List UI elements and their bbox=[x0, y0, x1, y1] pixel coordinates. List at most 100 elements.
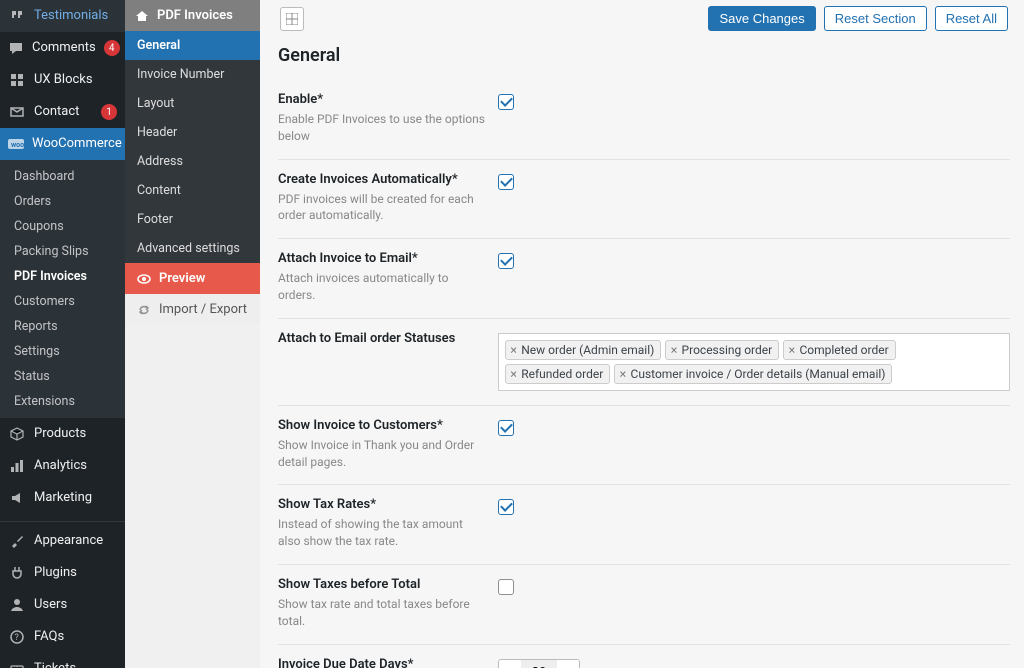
sidebar-item-label: Users bbox=[34, 597, 117, 613]
settings-tab-advanced-settings[interactable]: Advanced settings bbox=[125, 234, 260, 263]
settings-content: Save Changes Reset Section Reset All Gen… bbox=[260, 0, 1024, 668]
woo-sub-customers[interactable]: Customers bbox=[0, 289, 125, 314]
due-days-input[interactable] bbox=[521, 660, 557, 668]
ticket-icon bbox=[8, 660, 26, 668]
settings-tab-invoice-number[interactable]: Invoice Number bbox=[125, 60, 260, 89]
enable-checkbox[interactable] bbox=[498, 94, 514, 110]
status-tag[interactable]: × Customer invoice / Order details (Manua… bbox=[614, 364, 892, 384]
sidebar-item-label: Tickets bbox=[34, 661, 117, 668]
eye-icon bbox=[137, 272, 151, 286]
sidebar-item-ux-blocks[interactable]: UX Blocks bbox=[0, 64, 125, 96]
notification-badge: 4 bbox=[104, 40, 120, 56]
woocommerce-submenu: DashboardOrdersCouponsPacking SlipsPDF I… bbox=[0, 160, 125, 418]
remove-tag-icon[interactable]: × bbox=[788, 343, 795, 357]
sidebar-item-label: Plugins bbox=[34, 565, 117, 581]
megaphone-icon bbox=[8, 489, 26, 507]
settings-tab-general[interactable]: General bbox=[125, 31, 260, 60]
plug-icon bbox=[8, 564, 26, 582]
status-tag[interactable]: × Refunded order bbox=[505, 364, 610, 384]
sidebar-item-tickets[interactable]: Tickets bbox=[0, 653, 125, 668]
status-tag-select[interactable]: ×New order (Admin email)×Processing orde… bbox=[498, 333, 1010, 391]
woo-sub-status[interactable]: Status bbox=[0, 364, 125, 389]
sidebar-item-testimonials[interactable]: Testimonials bbox=[0, 0, 125, 32]
field-desc: Show Invoice in Thank you and Order deta… bbox=[278, 437, 488, 471]
field-desc: Show tax rate and total taxes before tot… bbox=[278, 596, 488, 630]
tax-before-checkbox[interactable] bbox=[498, 579, 514, 595]
tax-rates-checkbox[interactable] bbox=[498, 499, 514, 515]
woo-sub-orders[interactable]: Orders bbox=[0, 189, 125, 214]
show-customers-checkbox[interactable] bbox=[498, 420, 514, 436]
sidebar-item-appearance[interactable]: Appearance bbox=[0, 525, 125, 557]
settings-tab-layout[interactable]: Layout bbox=[125, 89, 260, 118]
field-title: Show Invoice to Customers* bbox=[278, 418, 488, 433]
sidebar-item-faqs[interactable]: ?FAQs bbox=[0, 621, 125, 653]
blocks-icon bbox=[8, 71, 26, 89]
svg-text:woo: woo bbox=[11, 141, 24, 149]
settings-tab-content[interactable]: Content bbox=[125, 176, 260, 205]
stepper-decrement[interactable]: ‹ bbox=[499, 660, 521, 668]
field-tax-before: Show Taxes before Total Show tax rate an… bbox=[278, 565, 1010, 645]
woo-sub-settings[interactable]: Settings bbox=[0, 339, 125, 364]
attach-email-checkbox[interactable] bbox=[498, 253, 514, 269]
settings-tab-footer[interactable]: Footer bbox=[125, 205, 260, 234]
woo-icon: woo bbox=[8, 135, 24, 153]
status-tag[interactable]: ×New order (Admin email) bbox=[505, 340, 661, 360]
create-auto-checkbox[interactable] bbox=[498, 174, 514, 190]
sidebar-item-label: Contact bbox=[34, 104, 93, 120]
remove-tag-icon[interactable]: × bbox=[510, 367, 517, 381]
remove-tag-icon[interactable]: × bbox=[510, 343, 517, 357]
sidebar-item-plugins[interactable]: Plugins bbox=[0, 557, 125, 589]
preview-button[interactable]: Preview bbox=[125, 263, 260, 294]
sidebar-item-comments[interactable]: Comments 4 bbox=[0, 32, 125, 64]
reset-all-button[interactable]: Reset All bbox=[935, 6, 1008, 31]
svg-text:?: ? bbox=[15, 633, 19, 643]
field-email-statuses: Attach to Email order Statuses ×New orde… bbox=[278, 319, 1010, 406]
woo-sub-reports[interactable]: Reports bbox=[0, 314, 125, 339]
sidebar-item-woocommerce[interactable]: woo WooCommerce bbox=[0, 128, 125, 160]
layout-toggle-button[interactable] bbox=[280, 7, 304, 31]
tag-label: Customer invoice / Order details (Manual… bbox=[631, 367, 886, 381]
chart-icon bbox=[8, 457, 26, 475]
settings-tab-address[interactable]: Address bbox=[125, 147, 260, 176]
import-export-button[interactable]: Import / Export bbox=[125, 294, 260, 325]
quote-icon bbox=[8, 7, 26, 25]
tag-label: Refunded order bbox=[521, 367, 603, 381]
field-title: Attach Invoice to Email* bbox=[278, 251, 488, 266]
field-title: Attach to Email order Statuses bbox=[278, 331, 488, 346]
user-icon bbox=[8, 596, 26, 614]
notification-badge: 1 bbox=[101, 104, 117, 120]
mail-icon bbox=[8, 103, 26, 121]
sidebar-item-label: Comments bbox=[32, 40, 96, 56]
sidebar-item-label: Marketing bbox=[34, 490, 117, 506]
sidebar-item-label: Analytics bbox=[34, 458, 117, 474]
field-create-auto: Create Invoices Automatically* PDF invoi… bbox=[278, 160, 1010, 240]
sidebar-item-marketing[interactable]: Marketing bbox=[0, 482, 125, 514]
box-icon bbox=[8, 425, 26, 443]
wp-admin-sidebar: Testimonials Comments 4 UX Blocks Contact 1 w… bbox=[0, 0, 125, 668]
woo-sub-coupons[interactable]: Coupons bbox=[0, 214, 125, 239]
tag-label: Completed order bbox=[799, 343, 888, 357]
settings-sidebar: PDF Invoices GeneralInvoice NumberLayout… bbox=[125, 0, 260, 668]
woo-sub-extensions[interactable]: Extensions bbox=[0, 389, 125, 414]
status-tag[interactable]: × Completed order bbox=[783, 340, 895, 360]
status-tag[interactable]: ×Processing order bbox=[665, 340, 779, 360]
woo-sub-packing-slips[interactable]: Packing Slips bbox=[0, 239, 125, 264]
due-days-stepper: ‹ › bbox=[498, 659, 580, 668]
remove-tag-icon[interactable]: × bbox=[619, 367, 626, 381]
field-title: Create Invoices Automatically* bbox=[278, 172, 488, 187]
woo-sub-dashboard[interactable]: Dashboard bbox=[0, 164, 125, 189]
stepper-increment[interactable]: › bbox=[557, 660, 579, 668]
sidebar-item-contact[interactable]: Contact 1 bbox=[0, 96, 125, 128]
sidebar-item-products[interactable]: Products bbox=[0, 418, 125, 450]
field-desc: Enable PDF Invoices to use the options b… bbox=[278, 111, 488, 145]
woo-sub-pdf-invoices[interactable]: PDF Invoices bbox=[0, 264, 125, 289]
sidebar-item-analytics[interactable]: Analytics bbox=[0, 450, 125, 482]
reset-section-button[interactable]: Reset Section bbox=[824, 6, 927, 31]
settings-sidebar-title: PDF Invoices bbox=[157, 8, 233, 23]
page-title: General bbox=[278, 45, 1010, 66]
remove-tag-icon[interactable]: × bbox=[670, 343, 677, 357]
settings-tab-header[interactable]: Header bbox=[125, 118, 260, 147]
sidebar-item-users[interactable]: Users bbox=[0, 589, 125, 621]
save-changes-button[interactable]: Save Changes bbox=[708, 6, 815, 31]
settings-tab-list: GeneralInvoice NumberLayoutHeaderAddress… bbox=[125, 31, 260, 263]
